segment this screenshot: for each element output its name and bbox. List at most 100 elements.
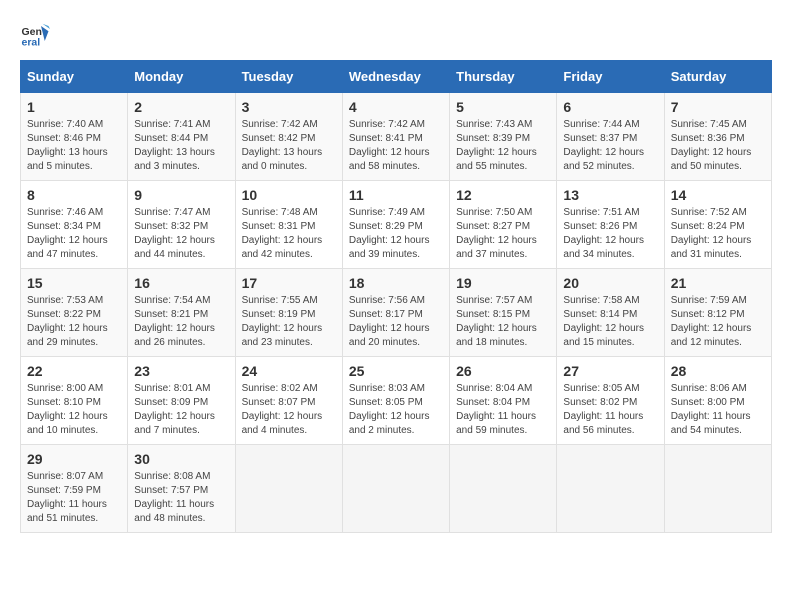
week-row-4: 22 Sunrise: 8:00 AMSunset: 8:10 PMDaylig… <box>21 357 772 445</box>
day-info: Sunrise: 7:43 AMSunset: 8:39 PMDaylight:… <box>456 119 537 172</box>
day-info: Sunrise: 7:42 AMSunset: 8:41 PMDaylight:… <box>349 119 430 172</box>
logo: Gen eral <box>20 20 54 50</box>
day-number: 3 <box>242 99 336 115</box>
day-number: 25 <box>349 363 443 379</box>
header-cell-saturday: Saturday <box>664 61 771 93</box>
day-info: Sunrise: 7:47 AMSunset: 8:32 PMDaylight:… <box>134 207 215 260</box>
day-info: Sunrise: 7:55 AMSunset: 8:19 PMDaylight:… <box>242 295 323 348</box>
day-number: 12 <box>456 187 550 203</box>
day-number: 29 <box>27 451 121 467</box>
day-cell: 12 Sunrise: 7:50 AMSunset: 8:27 PMDaylig… <box>450 181 557 269</box>
day-number: 28 <box>671 363 765 379</box>
day-cell: 29 Sunrise: 8:07 AMSunset: 7:59 PMDaylig… <box>21 445 128 533</box>
day-cell: 16 Sunrise: 7:54 AMSunset: 8:21 PMDaylig… <box>128 269 235 357</box>
day-cell: 23 Sunrise: 8:01 AMSunset: 8:09 PMDaylig… <box>128 357 235 445</box>
day-number: 11 <box>349 187 443 203</box>
day-cell: 6 Sunrise: 7:44 AMSunset: 8:37 PMDayligh… <box>557 93 664 181</box>
logo-icon: Gen eral <box>20 20 50 50</box>
day-info: Sunrise: 7:41 AMSunset: 8:44 PMDaylight:… <box>134 119 215 172</box>
day-cell <box>342 445 449 533</box>
day-cell: 22 Sunrise: 8:00 AMSunset: 8:10 PMDaylig… <box>21 357 128 445</box>
day-cell: 3 Sunrise: 7:42 AMSunset: 8:42 PMDayligh… <box>235 93 342 181</box>
day-info: Sunrise: 7:44 AMSunset: 8:37 PMDaylight:… <box>563 119 644 172</box>
day-cell: 15 Sunrise: 7:53 AMSunset: 8:22 PMDaylig… <box>21 269 128 357</box>
day-number: 2 <box>134 99 228 115</box>
day-cell: 18 Sunrise: 7:56 AMSunset: 8:17 PMDaylig… <box>342 269 449 357</box>
day-cell: 7 Sunrise: 7:45 AMSunset: 8:36 PMDayligh… <box>664 93 771 181</box>
day-info: Sunrise: 8:03 AMSunset: 8:05 PMDaylight:… <box>349 383 430 436</box>
day-cell: 8 Sunrise: 7:46 AMSunset: 8:34 PMDayligh… <box>21 181 128 269</box>
day-info: Sunrise: 8:02 AMSunset: 8:07 PMDaylight:… <box>242 383 323 436</box>
day-info: Sunrise: 8:04 AMSunset: 8:04 PMDaylight:… <box>456 383 536 436</box>
day-cell: 1 Sunrise: 7:40 AMSunset: 8:46 PMDayligh… <box>21 93 128 181</box>
day-cell <box>450 445 557 533</box>
day-number: 4 <box>349 99 443 115</box>
day-cell: 5 Sunrise: 7:43 AMSunset: 8:39 PMDayligh… <box>450 93 557 181</box>
day-info: Sunrise: 7:53 AMSunset: 8:22 PMDaylight:… <box>27 295 108 348</box>
day-cell: 10 Sunrise: 7:48 AMSunset: 8:31 PMDaylig… <box>235 181 342 269</box>
day-cell <box>235 445 342 533</box>
svg-text:eral: eral <box>22 37 41 49</box>
day-cell: 24 Sunrise: 8:02 AMSunset: 8:07 PMDaylig… <box>235 357 342 445</box>
day-number: 7 <box>671 99 765 115</box>
day-info: Sunrise: 8:06 AMSunset: 8:00 PMDaylight:… <box>671 383 751 436</box>
day-info: Sunrise: 7:54 AMSunset: 8:21 PMDaylight:… <box>134 295 215 348</box>
day-cell: 11 Sunrise: 7:49 AMSunset: 8:29 PMDaylig… <box>342 181 449 269</box>
day-info: Sunrise: 7:51 AMSunset: 8:26 PMDaylight:… <box>563 207 644 260</box>
day-number: 14 <box>671 187 765 203</box>
day-number: 1 <box>27 99 121 115</box>
day-number: 5 <box>456 99 550 115</box>
day-number: 15 <box>27 275 121 291</box>
day-cell: 14 Sunrise: 7:52 AMSunset: 8:24 PMDaylig… <box>664 181 771 269</box>
day-number: 27 <box>563 363 657 379</box>
day-cell: 17 Sunrise: 7:55 AMSunset: 8:19 PMDaylig… <box>235 269 342 357</box>
day-number: 20 <box>563 275 657 291</box>
week-row-5: 29 Sunrise: 8:07 AMSunset: 7:59 PMDaylig… <box>21 445 772 533</box>
day-number: 30 <box>134 451 228 467</box>
day-info: Sunrise: 7:56 AMSunset: 8:17 PMDaylight:… <box>349 295 430 348</box>
day-number: 26 <box>456 363 550 379</box>
day-number: 23 <box>134 363 228 379</box>
day-info: Sunrise: 7:49 AMSunset: 8:29 PMDaylight:… <box>349 207 430 260</box>
header-cell-monday: Monday <box>128 61 235 93</box>
day-number: 22 <box>27 363 121 379</box>
day-info: Sunrise: 8:07 AMSunset: 7:59 PMDaylight:… <box>27 471 107 524</box>
day-cell: 26 Sunrise: 8:04 AMSunset: 8:04 PMDaylig… <box>450 357 557 445</box>
day-number: 21 <box>671 275 765 291</box>
day-cell: 9 Sunrise: 7:47 AMSunset: 8:32 PMDayligh… <box>128 181 235 269</box>
day-info: Sunrise: 7:57 AMSunset: 8:15 PMDaylight:… <box>456 295 537 348</box>
day-cell: 25 Sunrise: 8:03 AMSunset: 8:05 PMDaylig… <box>342 357 449 445</box>
day-cell: 13 Sunrise: 7:51 AMSunset: 8:26 PMDaylig… <box>557 181 664 269</box>
day-info: Sunrise: 7:58 AMSunset: 8:14 PMDaylight:… <box>563 295 644 348</box>
header-cell-thursday: Thursday <box>450 61 557 93</box>
day-number: 18 <box>349 275 443 291</box>
calendar-body: 1 Sunrise: 7:40 AMSunset: 8:46 PMDayligh… <box>21 93 772 533</box>
day-cell: 19 Sunrise: 7:57 AMSunset: 8:15 PMDaylig… <box>450 269 557 357</box>
day-cell: 28 Sunrise: 8:06 AMSunset: 8:00 PMDaylig… <box>664 357 771 445</box>
day-cell: 27 Sunrise: 8:05 AMSunset: 8:02 PMDaylig… <box>557 357 664 445</box>
day-cell: 30 Sunrise: 8:08 AMSunset: 7:57 PMDaylig… <box>128 445 235 533</box>
header-cell-tuesday: Tuesday <box>235 61 342 93</box>
day-number: 6 <box>563 99 657 115</box>
day-cell: 4 Sunrise: 7:42 AMSunset: 8:41 PMDayligh… <box>342 93 449 181</box>
day-number: 19 <box>456 275 550 291</box>
week-row-3: 15 Sunrise: 7:53 AMSunset: 8:22 PMDaylig… <box>21 269 772 357</box>
day-number: 10 <box>242 187 336 203</box>
day-cell: 21 Sunrise: 7:59 AMSunset: 8:12 PMDaylig… <box>664 269 771 357</box>
day-info: Sunrise: 7:50 AMSunset: 8:27 PMDaylight:… <box>456 207 537 260</box>
header-cell-wednesday: Wednesday <box>342 61 449 93</box>
day-number: 16 <box>134 275 228 291</box>
week-row-1: 1 Sunrise: 7:40 AMSunset: 8:46 PMDayligh… <box>21 93 772 181</box>
header-row: SundayMondayTuesdayWednesdayThursdayFrid… <box>21 61 772 93</box>
day-number: 24 <box>242 363 336 379</box>
calendar-table: SundayMondayTuesdayWednesdayThursdayFrid… <box>20 60 772 533</box>
day-cell <box>557 445 664 533</box>
day-info: Sunrise: 7:40 AMSunset: 8:46 PMDaylight:… <box>27 119 108 172</box>
day-info: Sunrise: 8:05 AMSunset: 8:02 PMDaylight:… <box>563 383 643 436</box>
day-info: Sunrise: 8:08 AMSunset: 7:57 PMDaylight:… <box>134 471 214 524</box>
header-cell-friday: Friday <box>557 61 664 93</box>
day-cell: 2 Sunrise: 7:41 AMSunset: 8:44 PMDayligh… <box>128 93 235 181</box>
day-info: Sunrise: 7:48 AMSunset: 8:31 PMDaylight:… <box>242 207 323 260</box>
day-cell: 20 Sunrise: 7:58 AMSunset: 8:14 PMDaylig… <box>557 269 664 357</box>
day-info: Sunrise: 8:00 AMSunset: 8:10 PMDaylight:… <box>27 383 108 436</box>
